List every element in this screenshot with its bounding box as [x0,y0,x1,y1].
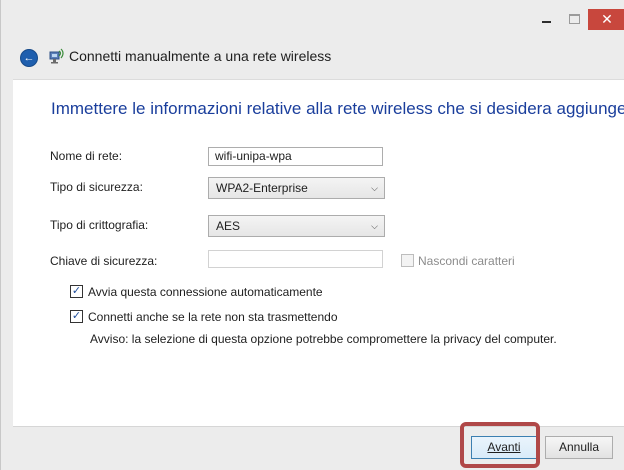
dialog-window: ✕ ← Connetti manualmente a una rete wire… [0,0,624,470]
encryption-type-select[interactable]: AES ⌵ [208,215,385,237]
auto-connect-checkbox[interactable]: ✓ [70,285,83,298]
content-panel: Immettere le informazioni relative alla … [13,79,624,427]
security-type-select[interactable]: WPA2-Enterprise ⌵ [208,177,385,199]
maximize-button[interactable] [561,8,587,30]
chevron-down-icon: ⌵ [371,221,378,231]
checkmark-icon: ✓ [71,285,82,297]
security-key-label: Chiave di sicurezza: [50,254,158,268]
close-icon: ✕ [601,11,613,27]
back-button[interactable]: ← [20,49,38,67]
auto-connect-label[interactable]: Avvia questa connessione automaticamente [88,285,323,299]
security-key-input[interactable] [208,250,383,268]
cancel-button[interactable]: Annulla [545,436,613,459]
network-name-label: Nome di rete: [50,149,123,163]
window-title: Connetti manualmente a una rete wireless [69,48,332,64]
back-arrow-icon: ← [23,52,35,64]
encryption-type-label: Tipo di crittografia: [50,218,149,232]
chevron-down-icon: ⌵ [371,183,378,193]
network-name-input[interactable]: wifi-unipa-wpa [208,147,383,166]
security-type-label: Tipo di sicurezza: [50,180,143,194]
minimize-icon [541,21,551,23]
checkmark-icon: ✓ [71,310,82,322]
wireless-network-icon [49,48,64,64]
hide-characters-label: Nascondi caratteri [418,254,515,268]
maximize-icon [568,14,580,24]
minimize-button[interactable] [532,8,560,30]
privacy-warning: Avviso: la selezione di questa opzione p… [90,332,557,346]
close-button[interactable]: ✕ [588,9,624,30]
highlight-annotation [460,422,540,468]
security-type-value: WPA2-Enterprise [216,181,308,195]
connect-hidden-label[interactable]: Connetti anche se la rete non sta trasme… [88,310,338,324]
hide-characters-checkbox[interactable] [401,254,414,267]
encryption-type-value: AES [216,219,241,233]
connect-hidden-checkbox[interactable]: ✓ [70,310,83,323]
background-window-caption [201,0,421,10]
page-heading: Immettere le informazioni relative alla … [51,99,624,118]
